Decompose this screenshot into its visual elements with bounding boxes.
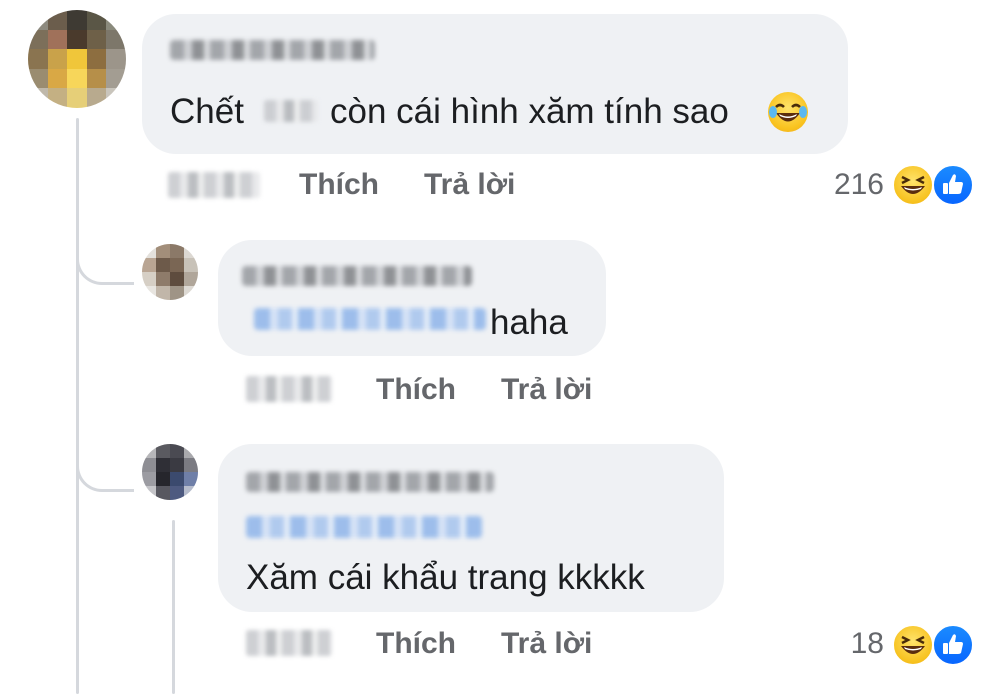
- mention-tag[interactable]: [254, 308, 486, 330]
- avatar[interactable]: [142, 444, 198, 500]
- reaction-count[interactable]: 216: [818, 168, 884, 202]
- avatar[interactable]: [142, 244, 198, 300]
- like-reaction-icon[interactable]: [932, 164, 974, 206]
- censored-word: [264, 100, 318, 122]
- comment-text-start: Chết: [170, 92, 244, 131]
- like-reaction-icon[interactable]: [932, 624, 974, 666]
- reply-button[interactable]: Trả lời: [424, 168, 515, 202]
- comment-text: haha: [490, 303, 568, 342]
- thread-line-reply-2: [172, 520, 175, 694]
- timestamp[interactable]: [246, 630, 332, 656]
- comment-text: Xăm cái khẩu trang kkkkk: [246, 558, 645, 597]
- reaction-count[interactable]: 18: [830, 627, 884, 661]
- avatar[interactable]: [28, 10, 126, 108]
- author-name[interactable]: [242, 266, 472, 286]
- timestamp[interactable]: [246, 376, 332, 402]
- mention-tag[interactable]: [246, 516, 482, 538]
- haha-reaction-icon[interactable]: [892, 164, 934, 206]
- timestamp[interactable]: [168, 172, 260, 198]
- reply-button[interactable]: Trả lời: [501, 627, 592, 661]
- like-button[interactable]: Thích: [299, 168, 379, 202]
- comment-bubble: haha: [218, 240, 606, 356]
- reply-button[interactable]: Trả lời: [501, 373, 592, 407]
- thread-branch-reply-2: [76, 420, 134, 492]
- author-name[interactable]: [170, 40, 375, 60]
- like-button[interactable]: Thích: [376, 373, 456, 407]
- comment-bubble: Xăm cái khẩu trang kkkkk: [218, 444, 724, 612]
- tears-of-joy-emoji-icon: [768, 92, 808, 132]
- comment-text-end: còn cái hình xăm tính sao: [330, 92, 729, 131]
- comment-bubble: Chết còn cái hình xăm tính sao: [142, 14, 848, 154]
- haha-reaction-icon[interactable]: [892, 624, 934, 666]
- author-name[interactable]: [246, 472, 494, 492]
- like-button[interactable]: Thích: [376, 627, 456, 661]
- thread-branch-reply-1: [76, 200, 134, 285]
